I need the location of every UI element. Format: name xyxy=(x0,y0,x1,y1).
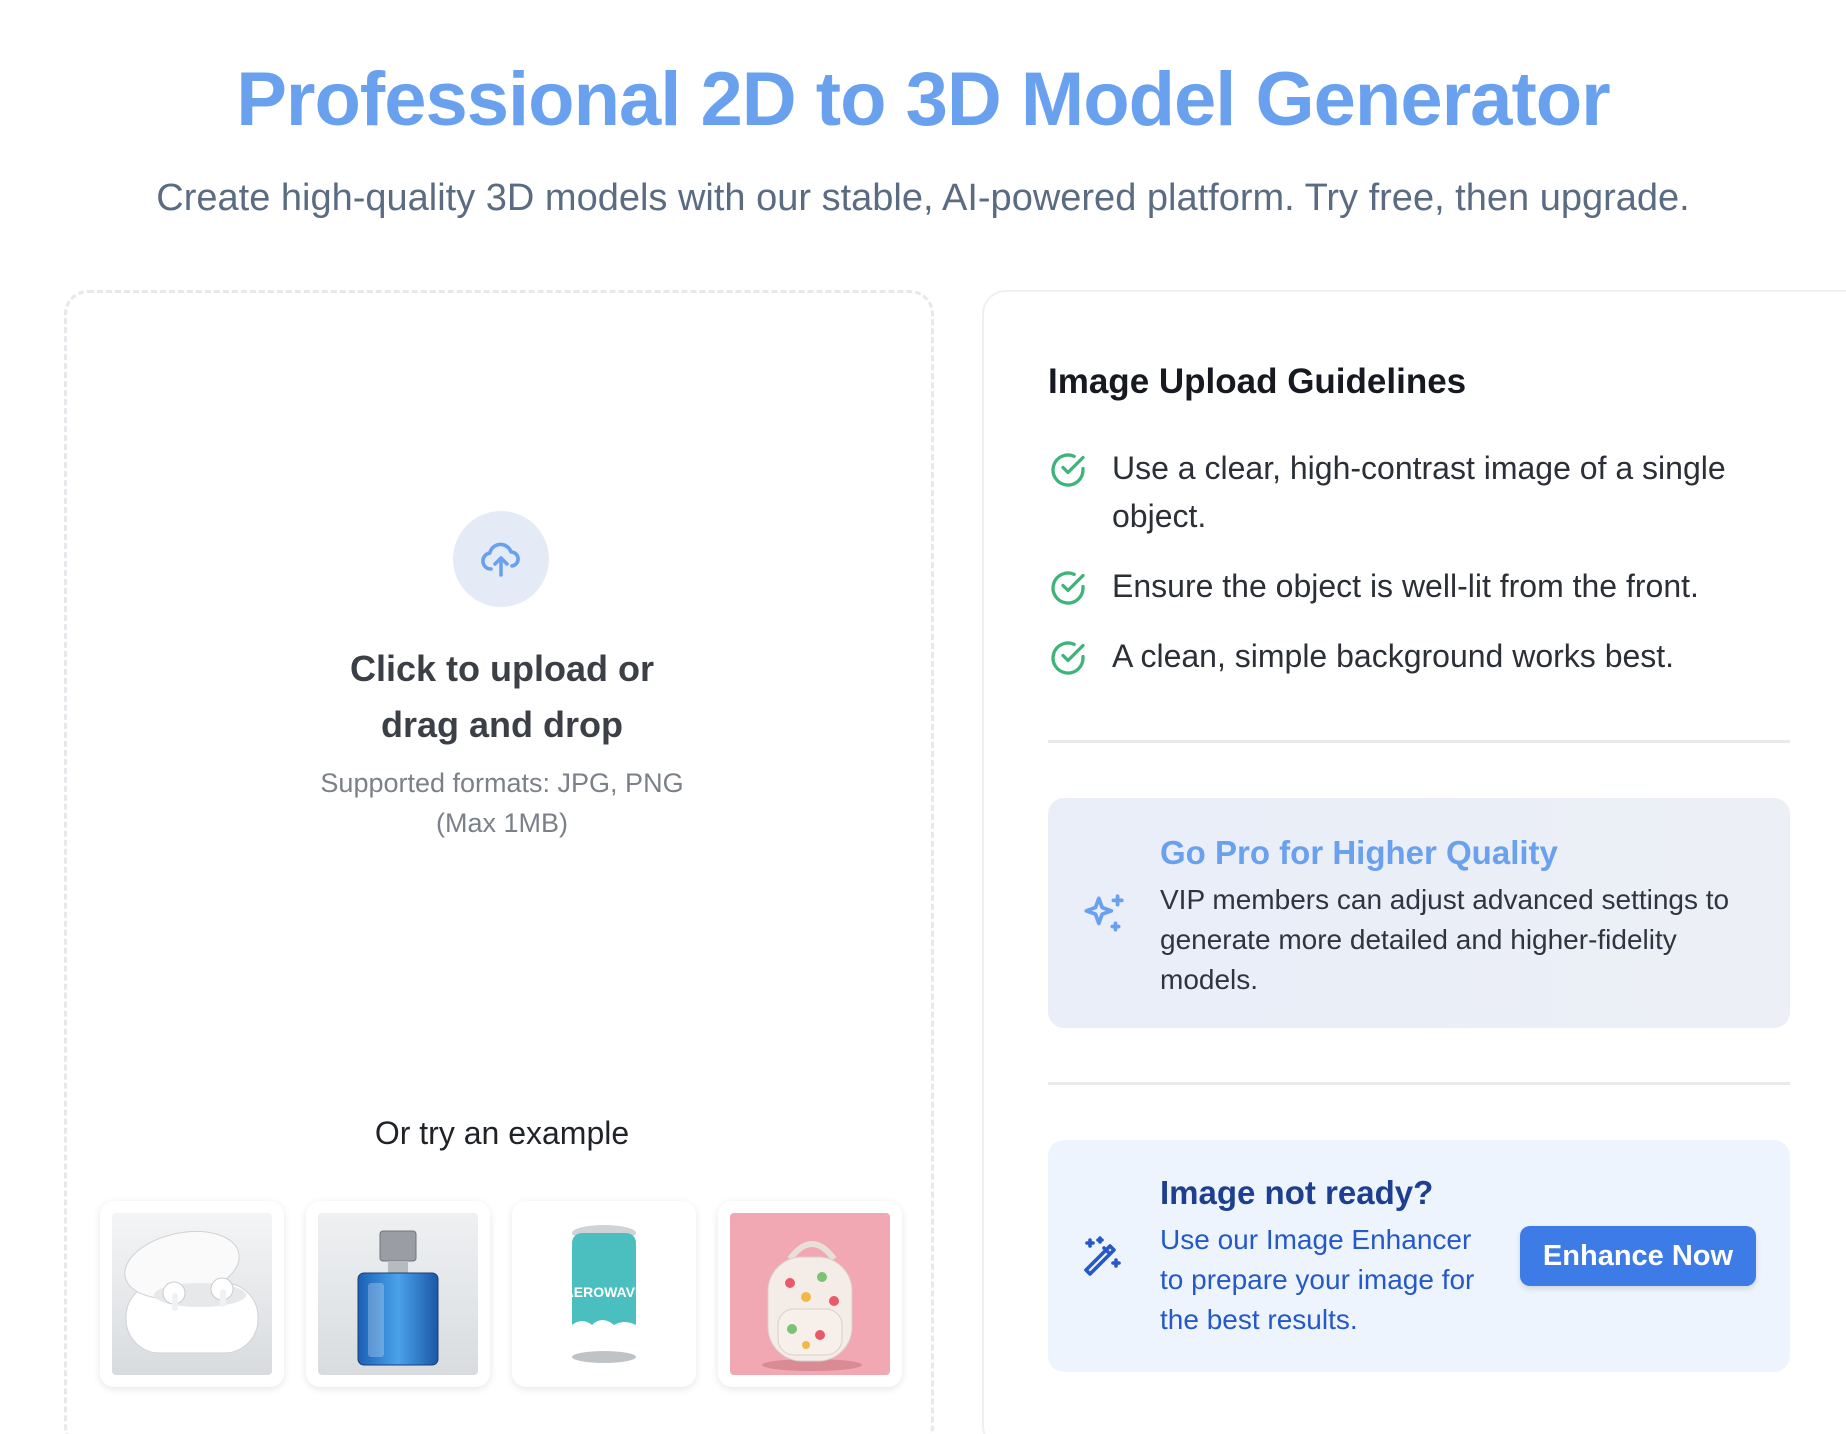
example-backpack[interactable] xyxy=(718,1201,902,1387)
enhancer-title: Image not ready? xyxy=(1160,1174,1434,1211)
guidelines-list: Use a clear, high-contrast image of a si… xyxy=(1048,444,1788,702)
enhance-now-button[interactable]: Enhance Now xyxy=(1520,1226,1756,1286)
guideline-item: A clean, simple background works best. xyxy=(1048,632,1788,680)
check-circle-icon xyxy=(1051,453,1085,487)
go-pro-text: VIP members can adjust advanced settings… xyxy=(1160,884,1730,995)
examples-title: Or try an example xyxy=(374,1115,630,1151)
guidelines-panel: Image Upload Guidelines Use a clear, hig… xyxy=(982,290,1846,1434)
cloud-upload-icon xyxy=(481,542,520,577)
guideline-text: A clean, simple background works best. xyxy=(1112,638,1675,674)
upload-title: Click to upload or drag and drop xyxy=(349,648,654,745)
backpack-image xyxy=(730,1213,890,1375)
perfume-image xyxy=(318,1213,478,1375)
check-circle-icon xyxy=(1051,641,1085,675)
page-subtitle: Create high-quality 3D models with our s… xyxy=(156,177,1690,219)
magic-wand-icon xyxy=(1084,1236,1121,1276)
guideline-text: Use a clear, high-contrast image of a si… xyxy=(1112,450,1726,534)
guidelines-title: Image Upload Guidelines xyxy=(1048,362,1467,401)
example-perfume[interactable] xyxy=(306,1201,490,1387)
sparkles-icon xyxy=(1084,894,1124,932)
page-title: Professional 2D to 3D Model Generator xyxy=(236,57,1611,142)
example-earbuds[interactable] xyxy=(100,1201,284,1387)
earbuds-image xyxy=(112,1213,272,1375)
enhancer-text: Use our Image Enhancer to prepare your i… xyxy=(1160,1224,1475,1335)
guideline-item: Use a clear, high-contrast image of a si… xyxy=(1048,444,1788,540)
upload-formats: Supported formats: JPG, PNG (Max 1MB) xyxy=(320,768,684,838)
guideline-text: Ensure the object is well-lit from the f… xyxy=(1112,568,1699,604)
go-pro-title: Go Pro for Higher Quality xyxy=(1160,834,1558,871)
guideline-item: Ensure the object is well-lit from the f… xyxy=(1048,562,1788,610)
check-circle-icon xyxy=(1051,571,1085,605)
upload-button[interactable] xyxy=(453,511,549,607)
enhancer-callout: Image not ready? Use our Image Enhancer … xyxy=(1048,1140,1790,1372)
soda-can-image: AEROWAVE xyxy=(524,1213,684,1375)
divider xyxy=(1048,1082,1790,1085)
example-soda-can[interactable]: AEROWAVE xyxy=(512,1201,696,1387)
go-pro-callout: Go Pro for Higher Quality VIP members ca… xyxy=(1048,798,1790,1028)
divider xyxy=(1048,740,1790,743)
can-label: AEROWAVE xyxy=(564,1284,645,1300)
upload-dropzone[interactable]: Click to upload or drag and drop Support… xyxy=(64,290,934,1434)
